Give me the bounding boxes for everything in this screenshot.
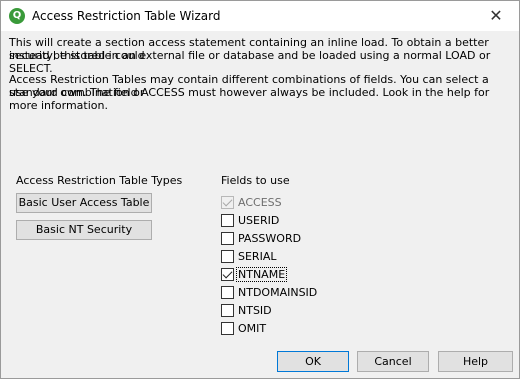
checkbox[interactable]: [221, 231, 234, 245]
ok-label: OK: [305, 355, 321, 368]
field-option-userid[interactable]: USERID: [221, 212, 280, 228]
intro-line-4: use your own. The field ACCESS must howe…: [9, 86, 490, 112]
title-bar: Q Access Restriction Table Wizard ✕: [1, 1, 519, 31]
intro-line-2: instead be stored in an external file or…: [9, 49, 491, 75]
window-title: Access Restriction Table Wizard: [32, 9, 221, 23]
close-icon[interactable]: ✕: [473, 1, 519, 31]
basic-nt-security-button[interactable]: Basic NT Security: [16, 220, 152, 240]
cancel-label: Cancel: [374, 355, 412, 368]
field-option-ntname[interactable]: NTNAME: [221, 266, 288, 282]
checkbox-label: ACCESS: [238, 195, 282, 209]
checkbox[interactable]: [221, 249, 234, 263]
cancel-button[interactable]: Cancel: [357, 351, 429, 372]
field-option-omit[interactable]: OMIT: [221, 320, 267, 336]
help-button[interactable]: Help: [438, 351, 513, 372]
field-option-ntsid[interactable]: NTSID: [221, 302, 273, 318]
types-heading: Access Restriction Table Types: [16, 174, 183, 187]
checkbox[interactable]: [221, 285, 234, 299]
checkbox-label: NTNAME: [235, 266, 288, 282]
checkbox[interactable]: [221, 303, 234, 317]
checkbox[interactable]: [221, 213, 234, 227]
ok-button[interactable]: OK: [277, 351, 349, 372]
basic-user-access-table-label: Basic User Access Table: [18, 196, 150, 209]
help-label: Help: [462, 355, 489, 368]
checkbox[interactable]: [221, 267, 234, 281]
basic-user-access-table-button[interactable]: Basic User Access Table: [16, 193, 152, 213]
fields-heading: Fields to use: [221, 174, 290, 187]
checkbox[interactable]: [221, 321, 234, 335]
checkbox-label: PASSWORD: [238, 231, 302, 245]
wizard-dialog: Q Access Restriction Table Wizard ✕ This…: [0, 0, 520, 379]
field-option-ntdomainsid[interactable]: NTDOMAINSID: [221, 284, 318, 300]
checkbox-label: USERID: [238, 213, 280, 227]
checkbox-label: NTDOMAINSID: [238, 285, 318, 299]
checkbox-label: SERIAL: [238, 249, 277, 263]
basic-nt-security-label: Basic NT Security: [35, 223, 133, 236]
field-option-serial[interactable]: SERIAL: [221, 248, 277, 264]
qlik-app-icon: Q: [9, 8, 25, 24]
checkbox-label: OMIT: [238, 321, 267, 335]
field-option-password[interactable]: PASSWORD: [221, 230, 302, 246]
checkbox: [221, 195, 234, 209]
field-option-access: ACCESS: [221, 194, 283, 210]
checkbox-label: NTSID: [238, 303, 272, 317]
